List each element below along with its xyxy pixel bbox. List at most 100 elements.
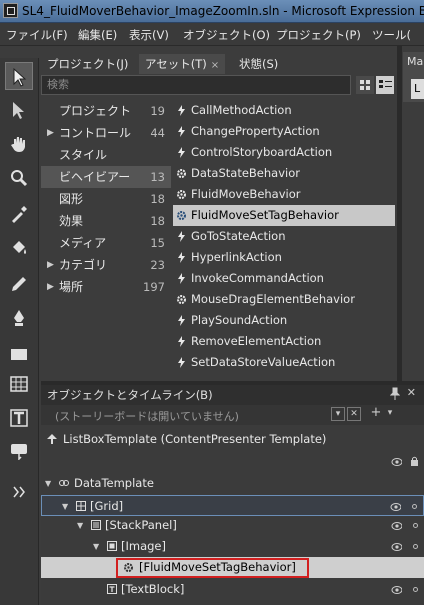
asset-item[interactable]: MouseDragElementBehavior — [173, 289, 395, 310]
eye-icon[interactable] — [391, 541, 402, 552]
rectangle-tool[interactable] — [5, 340, 33, 368]
category-item[interactable]: スタイル — [41, 144, 171, 166]
eye-icon[interactable] — [390, 501, 401, 512]
category-label: プロジェクト — [59, 104, 132, 118]
list-view-button[interactable] — [376, 76, 394, 94]
text-icon — [10, 409, 28, 427]
asset-item-selected[interactable]: FluidMoveSetTagBehavior — [173, 205, 395, 226]
asset-item[interactable]: DataStateBehavior — [173, 163, 395, 184]
storyboard-bar: (ストーリーボードは開いていません) ▾ ✕ + ▾ — [41, 405, 424, 425]
lightning-icon — [178, 273, 185, 284]
category-item-selected[interactable]: ビヘイビアー 13 — [41, 166, 171, 188]
pan-tool[interactable] — [5, 130, 33, 158]
gear-icon — [177, 190, 186, 199]
expand-arrow-icon[interactable]: ▶ — [47, 276, 54, 298]
tab-assets[interactable]: アセット(T) × — [139, 54, 226, 74]
eye-icon[interactable] — [391, 520, 402, 531]
grid-tool[interactable] — [5, 370, 33, 398]
lock-toggle-dot[interactable] — [413, 523, 418, 528]
category-item[interactable]: プロジェクト 19 — [41, 100, 171, 122]
category-item[interactable]: ▶ コントロール 44 — [41, 122, 171, 144]
pencil-tool[interactable] — [5, 270, 33, 298]
lock-toggle-dot[interactable] — [413, 544, 418, 549]
expand-arrow-icon[interactable]: ▶ — [47, 122, 54, 144]
template-scope-row[interactable]: ListBoxTemplate (ContentPresenter Templa… — [41, 429, 424, 450]
assets-search-input[interactable]: 検索 — [41, 75, 351, 95]
tree-node-stackpanel[interactable]: ▼ [StackPanel] — [41, 515, 424, 536]
collapse-arrow-icon[interactable]: ▼ — [77, 515, 83, 536]
asset-item-label: ControlStoryboardAction — [191, 145, 333, 159]
tree-node-textblock[interactable]: [TextBlock] — [41, 579, 424, 600]
close-icon[interactable]: × — [211, 60, 219, 71]
storyboard-status: (ストーリーボードは開いていません) — [55, 410, 239, 423]
category-item[interactable]: ▶ 場所 197 — [41, 276, 171, 298]
lock-toggle-dot[interactable] — [413, 587, 418, 592]
asset-item[interactable]: ControlStoryboardAction — [173, 142, 395, 163]
tree-node-datatemplate[interactable]: ▼ DataTemplate — [41, 473, 424, 494]
right-pane-tab[interactable]: Ma — [407, 55, 424, 68]
tree-node-grid[interactable]: ▼ [Grid] — [41, 495, 424, 516]
right-pane-field[interactable]: L — [411, 79, 424, 99]
control-tool[interactable] — [5, 436, 33, 464]
expand-arrow-icon[interactable]: ▶ — [47, 254, 54, 276]
asset-item-label: FluidMoveSetTagBehavior — [191, 208, 339, 222]
collapse-arrow-icon[interactable]: ▼ — [93, 536, 99, 557]
grid-layout-icon — [10, 376, 28, 392]
collapse-arrow-icon[interactable]: ▼ — [45, 473, 51, 494]
lightning-icon — [178, 105, 185, 116]
storyboard-options-button[interactable]: ▾ — [383, 407, 397, 421]
asset-item[interactable]: SetDataStoreValueAction — [173, 352, 395, 373]
paint-bucket-tool[interactable] — [5, 234, 33, 262]
category-item[interactable]: 効果 18 — [41, 210, 171, 232]
textblock-tool[interactable] — [5, 404, 33, 432]
category-item[interactable]: ▶ カテゴリ 23 — [41, 254, 171, 276]
selection-tool[interactable] — [5, 62, 33, 90]
assets-expander-tool[interactable] — [5, 478, 33, 506]
eyedropper-tool[interactable] — [5, 200, 33, 228]
app-icon[interactable] — [3, 3, 18, 18]
menu-edit[interactable]: 編集(E) — [78, 27, 117, 43]
asset-item[interactable]: FluidMoveBehavior — [173, 184, 395, 205]
eye-icon[interactable] — [391, 456, 402, 467]
arrow-pointer-icon — [13, 67, 27, 87]
category-item[interactable]: 図形 18 — [41, 188, 171, 210]
asset-item[interactable]: GoToStateAction — [173, 226, 395, 247]
menu-object[interactable]: オブジェクト(O) — [183, 27, 270, 43]
asset-item[interactable]: InvokeCommandAction — [173, 268, 395, 289]
menu-project[interactable]: プロジェクト(P) — [276, 27, 361, 43]
tab-project[interactable]: プロジェクト(J) — [41, 54, 134, 74]
menu-tools[interactable]: ツール( — [372, 27, 411, 43]
asset-item[interactable]: CallMethodAction — [173, 100, 395, 121]
vertical-splitter[interactable] — [397, 45, 402, 385]
tree-node-image[interactable]: ▼ [Image] — [41, 536, 424, 557]
zoom-tool[interactable] — [5, 164, 33, 192]
gear-icon — [177, 211, 186, 220]
add-storyboard-button[interactable]: + — [369, 406, 383, 421]
asset-item[interactable]: ChangePropertyAction — [173, 121, 395, 142]
menu-file[interactable]: ファイル(F) — [6, 27, 68, 43]
storyboard-dropdown-button[interactable]: ▾ — [331, 407, 345, 421]
menu-view[interactable]: 表示(V) — [129, 27, 169, 43]
lock-toggle-dot[interactable] — [412, 504, 417, 509]
tab-states[interactable]: 状態(S) — [233, 54, 284, 74]
lock-icon[interactable] — [410, 456, 419, 466]
pen-tool[interactable] — [5, 304, 33, 332]
grid-view-button[interactable] — [356, 76, 374, 94]
category-label: カテゴリ — [59, 258, 108, 272]
asset-item[interactable]: HyperlinkAction — [173, 247, 395, 268]
up-arrow-icon — [47, 434, 57, 444]
collapse-arrow-icon[interactable]: ▼ — [62, 496, 68, 517]
asset-item[interactable]: RemoveElementAction — [173, 331, 395, 352]
hand-icon — [11, 137, 25, 152]
direct-selection-tool[interactable] — [5, 96, 33, 124]
pin-icon[interactable] — [390, 387, 400, 401]
asset-item[interactable]: PlaySoundAction — [173, 310, 395, 331]
lightning-icon — [178, 231, 185, 242]
asset-item-label: ChangePropertyAction — [191, 124, 320, 138]
template-visibility-row — [41, 451, 424, 472]
close-storyboard-button[interactable]: ✕ — [347, 407, 361, 421]
rectangle-icon — [11, 349, 27, 360]
category-item[interactable]: メディア 15 — [41, 232, 171, 254]
close-icon[interactable]: ✕ — [407, 386, 416, 399]
eye-icon[interactable] — [391, 584, 402, 595]
